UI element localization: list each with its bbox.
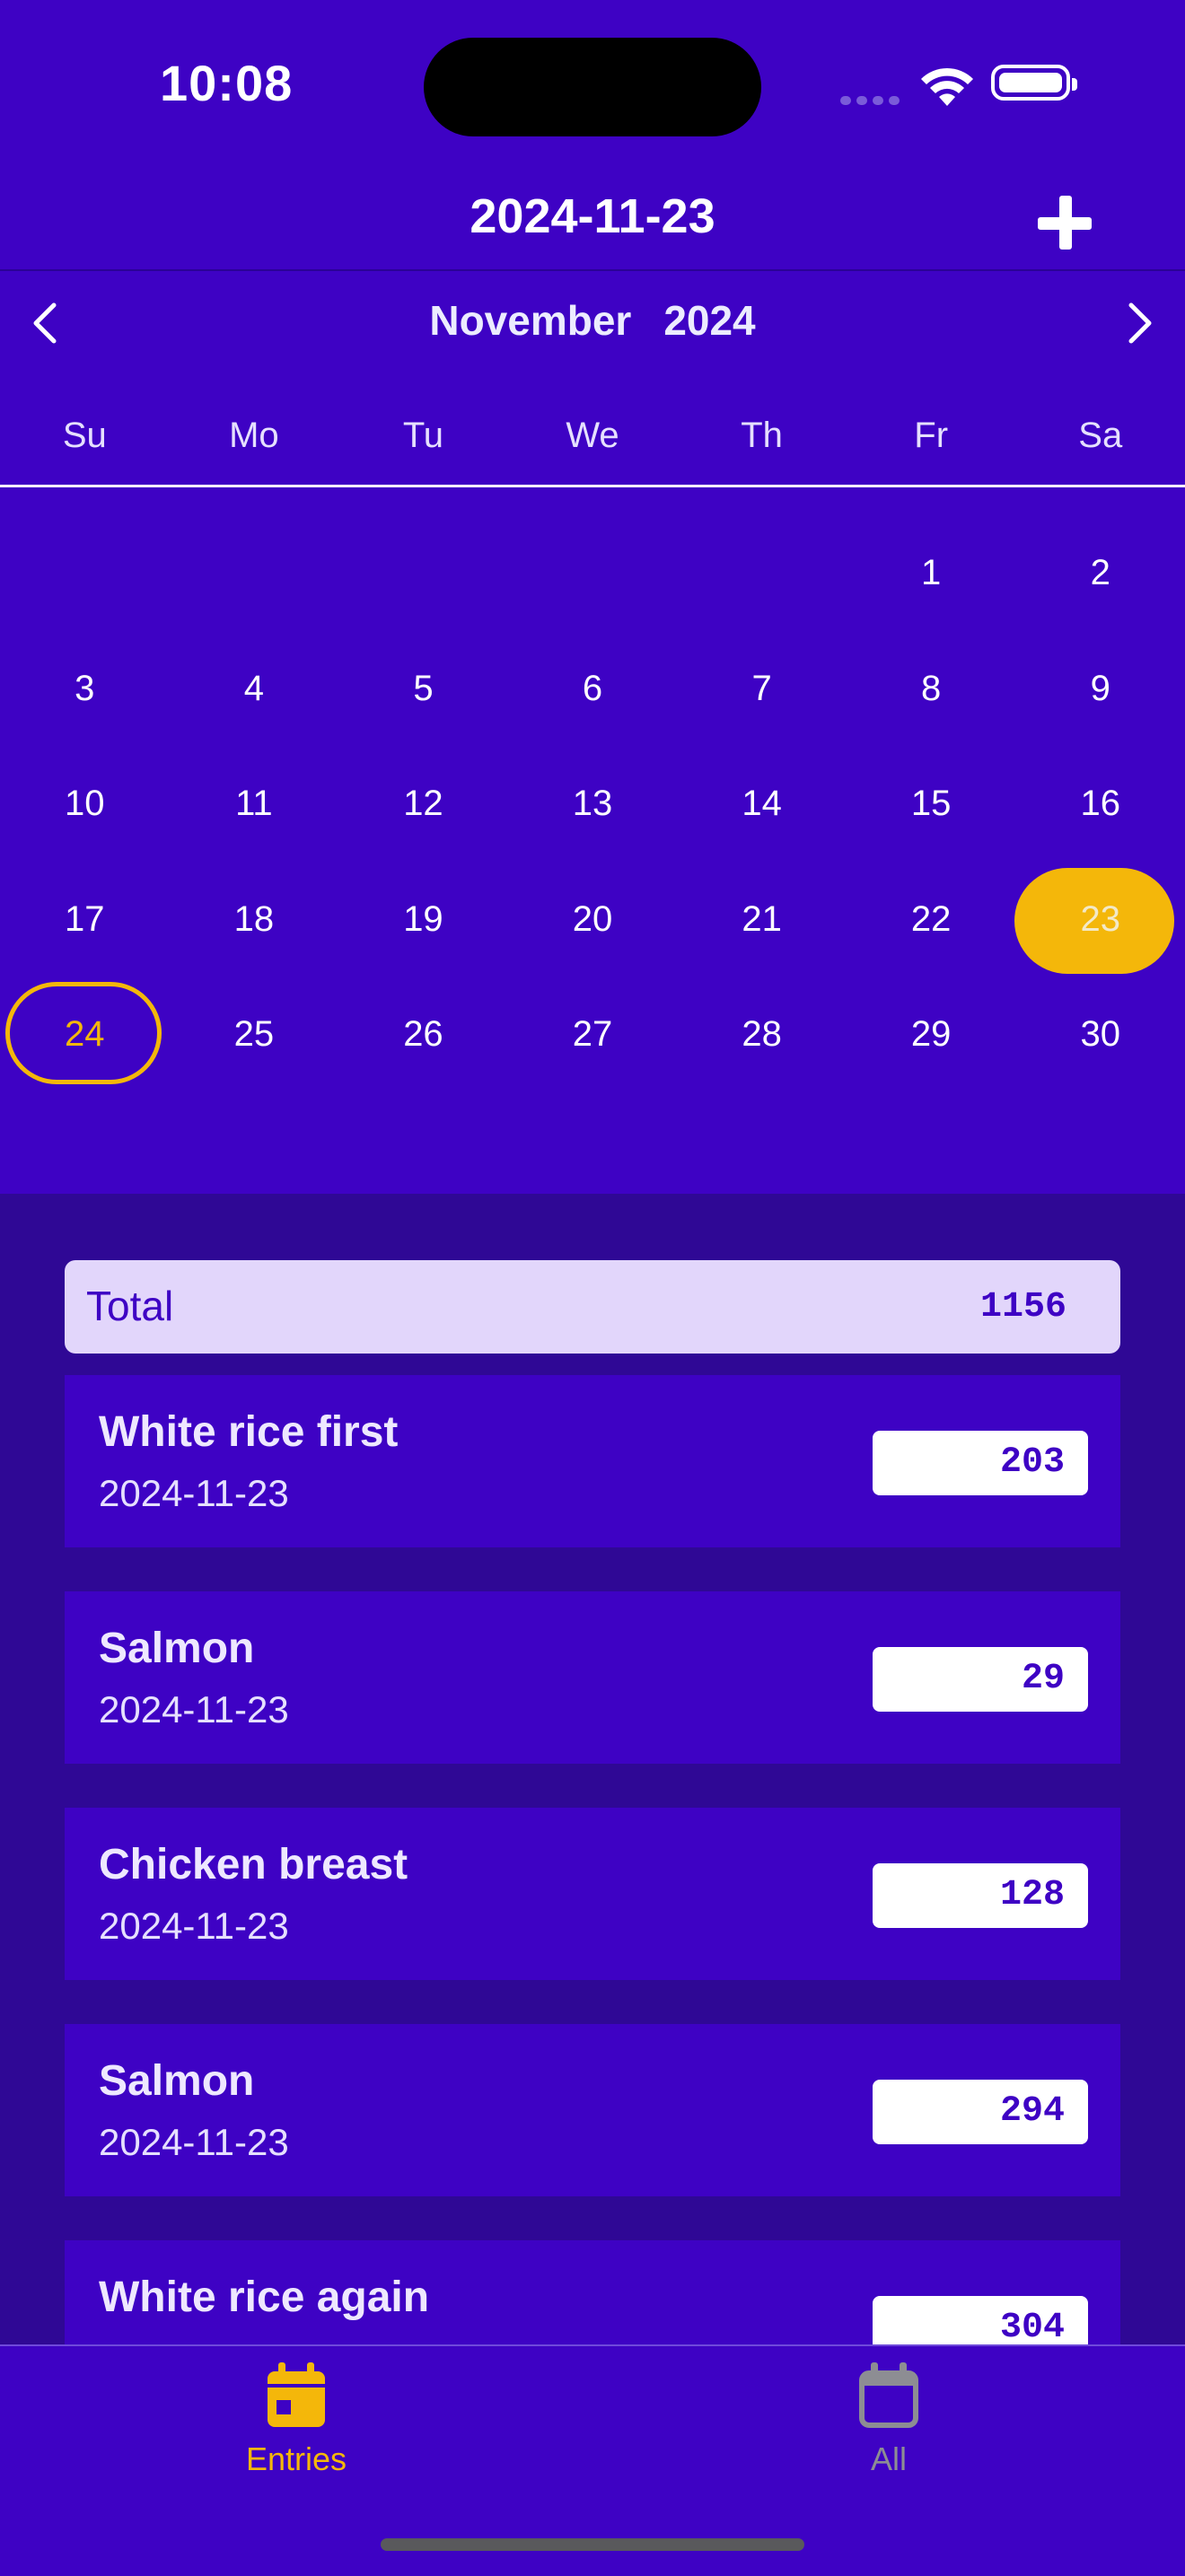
weekday-label: Th (741, 416, 783, 455)
wifi-icon (921, 67, 973, 106)
calendar-day[interactable]: 17 (0, 862, 170, 977)
calendar-day (508, 515, 678, 631)
add-entry-button[interactable] (1032, 190, 1097, 255)
tab-all-label: All (870, 2440, 907, 2477)
calendar-outline-icon (859, 2362, 918, 2428)
page-title: 2024-11-23 (470, 189, 715, 243)
entry-row[interactable]: Salmon 2024-11-23 294 (65, 2024, 1120, 2196)
nav-header: 2024-11-23 (0, 171, 1185, 271)
entry-value-field[interactable]: 128 (873, 1863, 1088, 1928)
entry-date: 2024-11-23 (99, 1688, 289, 1730)
calendar-day[interactable]: 20 (508, 862, 678, 977)
entry-row[interactable]: Salmon 2024-11-23 29 (65, 1591, 1120, 1764)
calendar-day[interactable]: 25 (170, 977, 339, 1092)
calendar-day[interactable]: 13 (508, 746, 678, 862)
tab-entries[interactable]: Entries (162, 2362, 431, 2478)
cellular-signal-icon (840, 93, 905, 110)
weekday-label: We (566, 416, 619, 455)
total-value: 1156 (979, 1287, 1066, 1327)
calendar-day[interactable]: 4 (170, 631, 339, 747)
month-navigation: November 2024 (0, 278, 1185, 368)
calendar-day[interactable]: 1 (847, 515, 1016, 631)
calendar-day (170, 515, 339, 631)
calendar-day[interactable]: 15 (847, 746, 1016, 862)
year-label: 2024 (663, 297, 756, 344)
tab-all[interactable]: All (754, 2362, 1023, 2478)
status-bar: 10:08 (0, 0, 1185, 171)
entry-name: Salmon (99, 1625, 255, 1672)
entry-row[interactable]: White rice first 2024-11-23 203 (65, 1375, 1120, 1547)
weekday-header: Su Mo Tu We Th Fr Sa (0, 395, 1185, 485)
total-row: Total 1156 (65, 1260, 1120, 1354)
entry-value-field[interactable]: 29 (873, 1647, 1088, 1712)
calendar-week: 3 4 5 6 7 8 9 (0, 631, 1185, 747)
entry-name: White rice again (99, 2274, 430, 2321)
total-label: Total (86, 1283, 174, 1329)
entry-date: 2024-11-23 (99, 2337, 289, 2344)
chevron-right-icon[interactable] (1111, 296, 1165, 350)
dynamic-island (424, 38, 761, 136)
weekday-label: Sa (1078, 416, 1123, 455)
calendar-day-selected[interactable]: 23 (1015, 862, 1185, 977)
calendar-day[interactable]: 3 (0, 631, 170, 747)
calendar-day (677, 515, 847, 631)
calendar-day[interactable]: 5 (338, 631, 508, 747)
calendar-day[interactable]: 30 (1015, 977, 1185, 1092)
entry-value-field[interactable]: 203 (873, 1431, 1088, 1495)
entry-date: 2024-11-23 (99, 1472, 289, 1514)
entry-row[interactable]: Chicken breast 2024-11-23 128 (65, 1808, 1120, 1980)
calendar-day[interactable]: 9 (1015, 631, 1185, 747)
calendar-week: 10 11 12 13 14 15 16 (0, 746, 1185, 862)
calendar-grid: 1 2 3 4 5 6 7 8 9 10 11 12 13 14 15 16 1… (0, 515, 1185, 1092)
calendar-day[interactable]: 21 (677, 862, 847, 977)
entry-name: White rice first (99, 1408, 399, 1456)
entry-date: 2024-11-23 (99, 2121, 289, 2163)
calendar-day (0, 515, 170, 631)
home-indicator[interactable] (381, 2538, 804, 2551)
calendar-day (338, 515, 508, 631)
calendar-day[interactable]: 26 (338, 977, 508, 1092)
calendar-day[interactable]: 6 (508, 631, 678, 747)
calendar-week: 1 2 (0, 515, 1185, 631)
calendar-day[interactable]: 16 (1015, 746, 1185, 862)
calendar-week: 17 18 19 20 21 22 23 (0, 862, 1185, 977)
weekday-label: Tu (402, 416, 444, 455)
calendar-icon (268, 2362, 325, 2427)
calendar-day[interactable]: 2 (1015, 515, 1185, 631)
calendar-day[interactable]: 29 (847, 977, 1016, 1092)
calendar-day[interactable]: 27 (508, 977, 678, 1092)
month-name: November (429, 297, 632, 344)
status-time: 10:08 (160, 55, 294, 111)
weekday-label: Mo (229, 416, 279, 455)
entry-name: Chicken breast (99, 1841, 408, 1888)
calendar-day[interactable]: 28 (677, 977, 847, 1092)
entry-date: 2024-11-23 (99, 1905, 289, 1947)
calendar-day[interactable]: 22 (847, 862, 1016, 977)
month-year-label: November 2024 (0, 296, 1185, 345)
weekday-label: Fr (914, 416, 949, 455)
calendar-day[interactable]: 7 (677, 631, 847, 747)
calendar-day[interactable]: 11 (170, 746, 339, 862)
calendar-day[interactable]: 19 (338, 862, 508, 977)
divider (0, 485, 1185, 487)
entries-list[interactable]: Total 1156 White rice first 2024-11-23 2… (0, 1194, 1185, 2344)
calendar-day-today[interactable]: 24 (0, 977, 170, 1092)
calendar-week: 24 25 26 27 28 29 30 (0, 977, 1185, 1092)
calendar-day[interactable]: 12 (338, 746, 508, 862)
weekday-label: Su (62, 416, 107, 455)
calendar-day[interactable]: 14 (677, 746, 847, 862)
calendar-day[interactable]: 8 (847, 631, 1016, 747)
tab-entries-label: Entries (245, 2440, 347, 2477)
entry-name: Salmon (99, 2057, 255, 2105)
calendar-day[interactable]: 10 (0, 746, 170, 862)
entry-value-field[interactable]: 294 (873, 2080, 1088, 2144)
entry-value-field[interactable]: 304 (873, 2296, 1088, 2344)
entry-row[interactable]: White rice again 2024-11-23 304 (65, 2240, 1120, 2344)
calendar-day[interactable]: 18 (170, 862, 339, 977)
battery-icon (991, 65, 1077, 101)
